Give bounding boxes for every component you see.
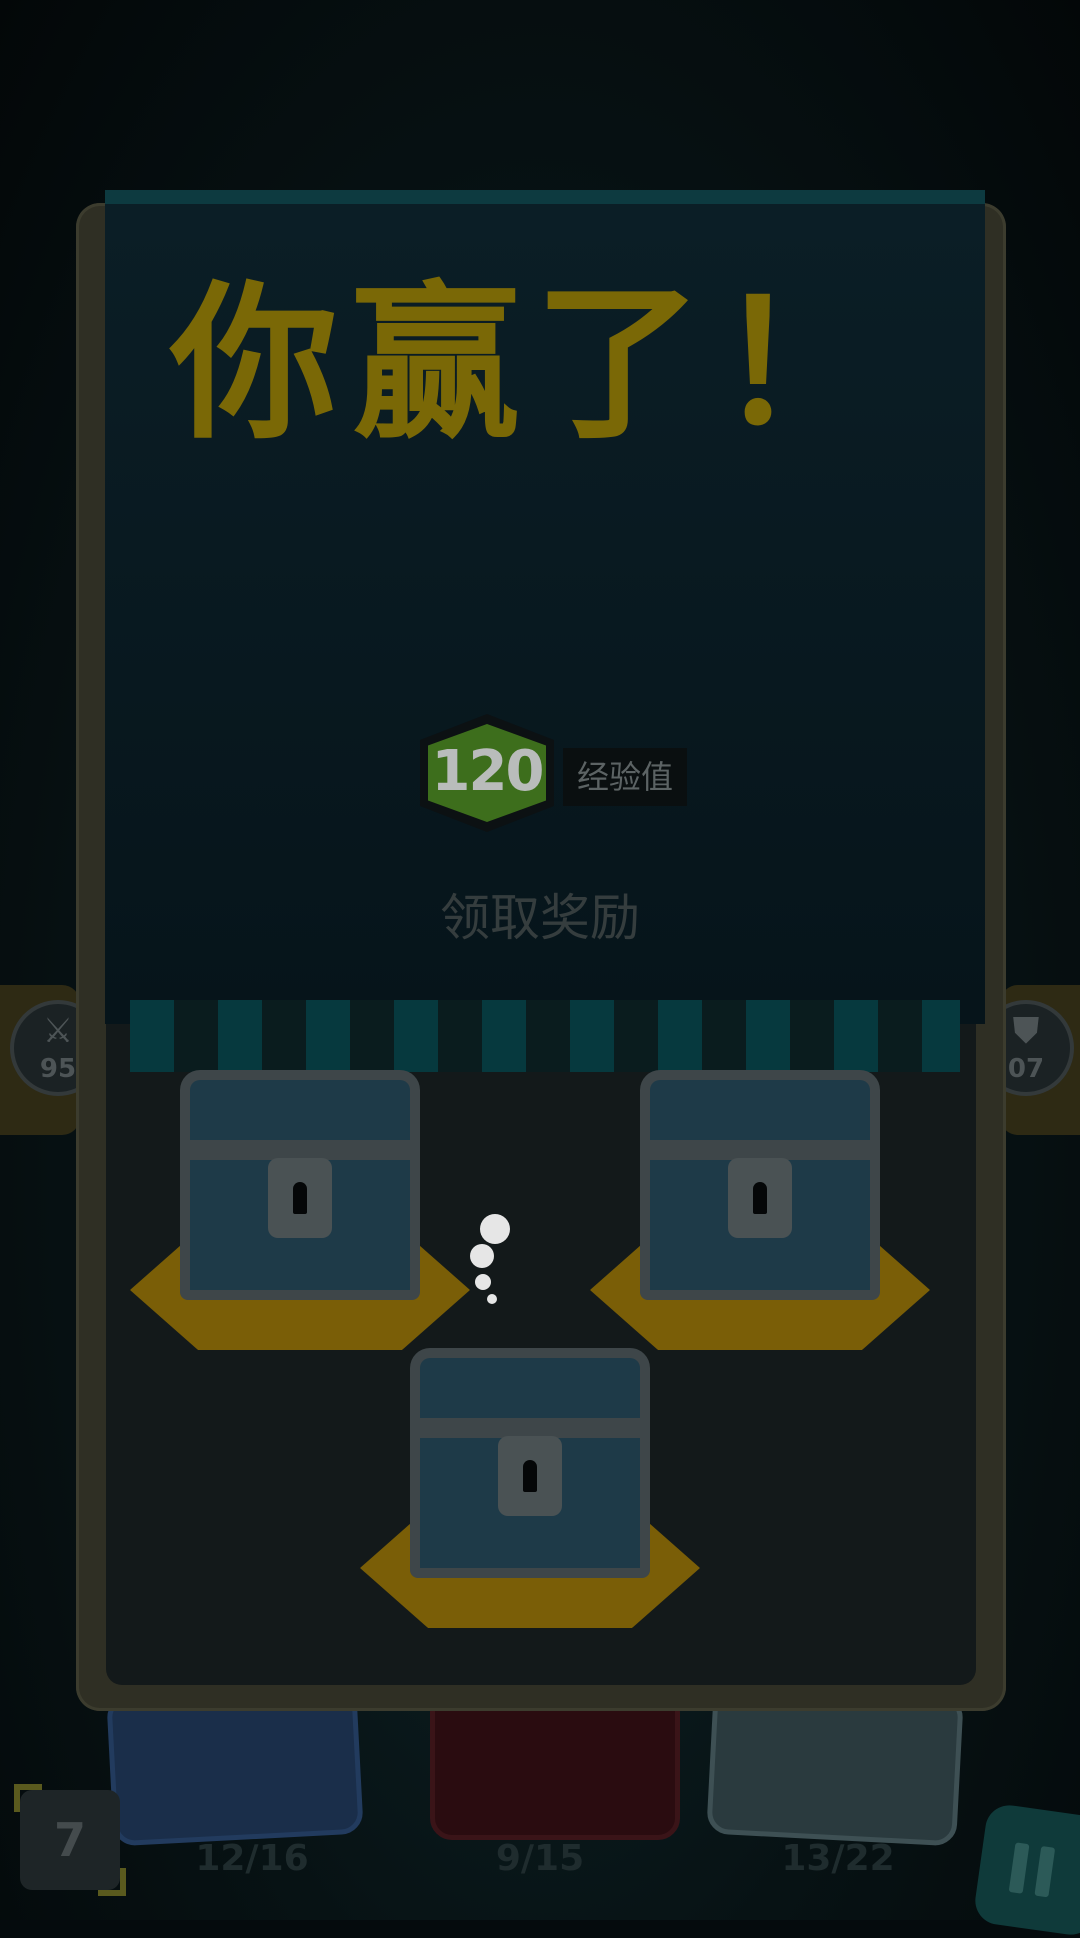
keyhole-icon: [523, 1460, 537, 1492]
sparkle: [487, 1294, 497, 1304]
chest-band: [640, 1140, 880, 1160]
collect-rewards-button[interactable]: 领取奖励: [340, 888, 740, 948]
card-3-counter: 13/22: [781, 1838, 895, 1879]
chest-band: [410, 1418, 650, 1438]
victory-title: 你赢了！: [170, 266, 898, 462]
pause-button[interactable]: [972, 1802, 1080, 1938]
level-value: 7: [53, 1813, 86, 1867]
badge-corner: [98, 1868, 126, 1896]
xp-value: 120: [431, 739, 545, 804]
level-badge: 7: [14, 1784, 126, 1896]
keyhole-icon: [293, 1182, 307, 1214]
card-2-counter: 9/15: [495, 1838, 585, 1879]
hand-card-2[interactable]: [430, 1690, 680, 1840]
badge-corner: [14, 1784, 42, 1812]
sparkle: [475, 1274, 491, 1290]
sparkle: [470, 1244, 494, 1268]
card-1-counter: 12/16: [195, 1838, 309, 1879]
chest-band: [180, 1140, 420, 1160]
sparkle: [480, 1214, 510, 1244]
reward-chest-3[interactable]: [360, 1318, 700, 1648]
xp-label: 经验值: [563, 748, 687, 806]
pause-icon: [1008, 1842, 1030, 1894]
keyhole-icon: [753, 1182, 767, 1214]
pause-icon: [1034, 1845, 1056, 1898]
